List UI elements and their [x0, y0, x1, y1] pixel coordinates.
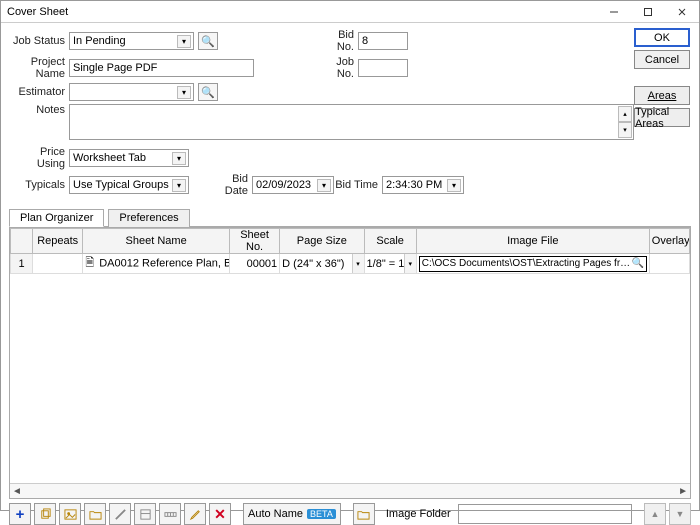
plus-icon: +	[16, 506, 25, 523]
cell-repeats[interactable]	[33, 254, 83, 274]
folder-icon	[357, 508, 370, 521]
notes-label: Notes	[9, 104, 69, 116]
typicals-combo[interactable]: Use Typical Groups▾	[69, 176, 189, 194]
typical-areas-button[interactable]: Typical Areas	[634, 108, 690, 127]
biddate-label: Bid Date	[207, 173, 252, 197]
col-sheetname[interactable]: Sheet Name	[83, 229, 230, 254]
typicals-label: Typicals	[9, 179, 69, 191]
chevron-down-icon: ▾	[447, 179, 461, 192]
x-icon: ✕	[214, 506, 226, 523]
search-icon: 🔍	[201, 86, 215, 99]
chevron-down-icon: ▾	[177, 35, 191, 48]
estimator-search-button[interactable]: 🔍	[198, 83, 218, 101]
pencil-icon	[189, 508, 202, 521]
cell-imagefile[interactable]: C:\OCS Documents\OST\Extracting Pages fr…	[416, 254, 649, 274]
priceusing-combo[interactable]: Worksheet Tab▾	[69, 149, 189, 167]
chevron-right-icon[interactable]: ►	[678, 486, 688, 497]
cell-rownum[interactable]: 1	[11, 254, 33, 274]
form-area: Job Status In Pending▾ 🔍 Bid No. 8 Proje…	[1, 23, 699, 204]
bidno-input[interactable]: 8	[358, 32, 408, 50]
open-folder-button[interactable]	[84, 503, 106, 525]
ok-button[interactable]: OK	[634, 28, 690, 47]
col-repeats[interactable]: Repeats	[33, 229, 83, 254]
cancel-button[interactable]: Cancel	[634, 50, 690, 69]
estimator-combo[interactable]: ▾	[69, 83, 194, 101]
col-overlay[interactable]: Overlay	[649, 229, 689, 254]
jobno-label: Job No.	[318, 56, 358, 80]
jobstatus-label: Job Status	[9, 35, 69, 47]
projectname-input[interactable]: Single Page PDF	[69, 59, 254, 77]
grid-header-row: Repeats Sheet Name Sheet No. Page Size S…	[11, 229, 690, 254]
move-down-button[interactable]: ▼	[669, 503, 691, 525]
plan-grid: Repeats Sheet Name Sheet No. Page Size S…	[9, 227, 691, 499]
delete-button[interactable]: ✕	[209, 503, 231, 525]
jobstatus-search-button[interactable]: 🔍	[198, 32, 218, 50]
insert-image-button[interactable]	[59, 503, 81, 525]
chevron-down-icon: ▾	[172, 152, 186, 165]
bidno-label: Bid No.	[318, 29, 358, 53]
image-folder-input[interactable]	[458, 504, 632, 524]
table-row[interactable]: 1 🗎 DA0012 Reference Plan, Baseme... 000…	[11, 254, 690, 274]
folder-icon	[89, 508, 102, 521]
estimator-label: Estimator	[9, 86, 69, 98]
image-folder-label: Image Folder	[386, 508, 451, 520]
notes-scroll-down[interactable]: ▾	[618, 122, 632, 138]
sheet-icon	[139, 508, 152, 521]
bottom-toolbar: + ✕ Auto Name BETA Image Folder ▲ ▼	[9, 503, 691, 525]
cell-overlay[interactable]	[649, 254, 689, 274]
bidtime-label: Bid Time	[334, 179, 382, 191]
chevron-down-icon: ▾	[317, 179, 331, 192]
cell-pagesize[interactable]: D (24" x 36")▾	[280, 254, 364, 274]
areas-button[interactable]: Areas	[634, 86, 690, 105]
window-title: Cover Sheet	[7, 6, 597, 18]
tab-bar: Plan Organizer Preferences	[9, 208, 691, 227]
tab-preferences[interactable]: Preferences	[108, 209, 189, 227]
search-icon[interactable]: 🔍	[631, 257, 645, 271]
col-scale[interactable]: Scale	[364, 229, 416, 254]
chevron-down-icon: ▾	[404, 254, 416, 273]
notes-scroll-up[interactable]: ▴	[618, 106, 632, 122]
col-sheetno[interactable]: Sheet No.	[229, 229, 279, 254]
col-rownum[interactable]	[11, 229, 33, 254]
page-icon: 🗎	[85, 254, 94, 273]
tab-plan-organizer[interactable]: Plan Organizer	[9, 209, 104, 227]
scale-button[interactable]	[159, 503, 181, 525]
bidtime-input[interactable]: 2:34:30 PM▾	[382, 176, 464, 194]
autoname-button[interactable]: Auto Name BETA	[243, 503, 341, 525]
cell-sheetno[interactable]: 00001	[229, 254, 279, 274]
copy-icon	[39, 508, 52, 521]
search-icon: 🔍	[201, 35, 215, 48]
chevron-down-icon: ▾	[177, 86, 191, 99]
jobno-input[interactable]	[358, 59, 408, 77]
ruler-icon	[164, 508, 177, 521]
col-imagefile[interactable]: Image File	[416, 229, 649, 254]
biddate-input[interactable]: 02/09/2023▾	[252, 176, 334, 194]
add-button[interactable]: +	[9, 503, 31, 525]
col-pagesize[interactable]: Page Size	[280, 229, 364, 254]
jobstatus-combo[interactable]: In Pending▾	[69, 32, 194, 50]
edit-button[interactable]	[184, 503, 206, 525]
chevron-down-icon: ▾	[172, 179, 186, 192]
title-bar: Cover Sheet	[1, 1, 699, 23]
chevron-down-icon: ▾	[352, 254, 364, 273]
notes-textarea[interactable]: ▴ ▾	[69, 104, 634, 140]
link-icon	[114, 508, 127, 521]
cell-scale[interactable]: 1/8" = 1'...▾	[364, 254, 416, 274]
view-button[interactable]	[134, 503, 156, 525]
chevron-left-icon[interactable]: ◄	[12, 486, 22, 497]
link-button[interactable]	[109, 503, 131, 525]
duplicate-button[interactable]	[34, 503, 56, 525]
image-folder-browse-button[interactable]	[353, 503, 375, 525]
close-button[interactable]	[665, 1, 699, 22]
cell-sheetname[interactable]: 🗎 DA0012 Reference Plan, Baseme...	[83, 254, 230, 274]
move-up-button[interactable]: ▲	[644, 503, 666, 525]
projectname-label: Project Name	[9, 56, 69, 80]
maximize-button[interactable]	[631, 1, 665, 22]
minimize-button[interactable]	[597, 1, 631, 22]
priceusing-label: Price Using	[9, 146, 69, 170]
image-icon	[64, 508, 77, 521]
horizontal-scrollbar[interactable]: ◄ ►	[10, 483, 690, 498]
